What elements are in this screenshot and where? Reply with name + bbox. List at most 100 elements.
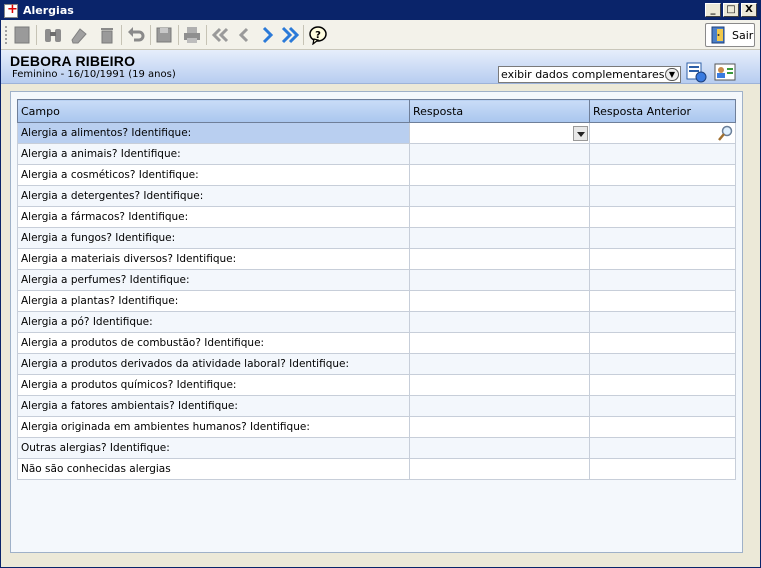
resposta-cell[interactable] (409, 353, 590, 375)
new-icon[interactable] (11, 24, 33, 46)
column-header-campo[interactable]: Campo (17, 99, 410, 123)
resposta-cell[interactable] (409, 206, 590, 228)
chevron-down-icon[interactable]: ▼ (665, 68, 679, 81)
edit-eraser-icon[interactable] (68, 24, 90, 46)
help-icon[interactable]: ? (307, 24, 329, 46)
resposta-anterior-cell[interactable] (589, 143, 736, 165)
resposta-cell[interactable] (409, 395, 590, 417)
campo-cell: Alergia a fatores ambientais? Identifiqu… (17, 395, 410, 417)
resposta-cell[interactable] (409, 290, 590, 312)
campo-cell: Alergia a alimentos? Identifique: (17, 122, 410, 144)
allergy-table: Campo Resposta Resposta Anterior Alergia… (17, 99, 736, 480)
records-icon[interactable] (685, 61, 707, 83)
table-row[interactable]: Alergia a produtos derivados da atividad… (17, 353, 736, 375)
resposta-cell[interactable] (409, 227, 590, 249)
campo-cell: Alergia a fungos? Identifique: (17, 227, 410, 249)
undo-icon[interactable] (125, 24, 147, 46)
table-row[interactable]: Alergia a cosméticos? Identifique: (17, 164, 736, 186)
resposta-anterior-cell[interactable] (589, 458, 736, 480)
resposta-anterior-cell[interactable] (589, 206, 736, 228)
table-row[interactable]: Alergia a detergentes? Identifique: (17, 185, 736, 207)
campo-cell: Alergia a materiais diversos? Identifiqu… (17, 248, 410, 270)
resposta-cell[interactable] (409, 143, 590, 165)
next-record-icon[interactable] (256, 24, 278, 46)
campo-cell: Alergia a perfumes? Identifique: (17, 269, 410, 291)
table-row[interactable]: Alergia a materiais diversos? Identifiqu… (17, 248, 736, 270)
column-header-resposta-anterior[interactable]: Resposta Anterior (589, 99, 736, 123)
resposta-anterior-cell[interactable] (589, 122, 736, 144)
first-record-icon[interactable] (209, 24, 231, 46)
exit-button[interactable]: Sair (705, 23, 755, 47)
resposta-anterior-cell[interactable] (589, 437, 736, 459)
toolbar-separator (178, 25, 179, 45)
resposta-anterior-cell[interactable] (589, 164, 736, 186)
delete-trash-icon[interactable] (96, 24, 118, 46)
table-row[interactable]: Alergia a plantas? Identifique: (17, 290, 736, 312)
table-row[interactable]: Alergia originada em ambientes humanos? … (17, 416, 736, 438)
resposta-cell[interactable] (409, 185, 590, 207)
table-row[interactable]: Alergia a fungos? Identifique: (17, 227, 736, 249)
table-row[interactable]: Alergia a produtos químicos? Identifique… (17, 374, 736, 396)
patient-info: Feminino - 16/10/1991 (19 anos) (12, 69, 176, 80)
campo-cell: Alergia a animais? Identifique: (17, 143, 410, 165)
column-header-resposta[interactable]: Resposta (409, 99, 590, 123)
toolbar-separator (150, 25, 151, 45)
find-binoculars-icon[interactable] (42, 24, 64, 46)
maximize-button[interactable]: □ (723, 3, 739, 17)
minimize-button[interactable]: _ (705, 3, 721, 17)
resposta-cell[interactable] (409, 248, 590, 270)
exit-label: Sair (732, 28, 754, 42)
toolbar-grip[interactable] (5, 26, 8, 44)
resposta-anterior-cell[interactable] (589, 227, 736, 249)
resposta-cell[interactable] (409, 416, 590, 438)
previous-record-icon[interactable] (233, 24, 255, 46)
table-row[interactable]: Outras alergias? Identifique: (17, 437, 736, 459)
resposta-anterior-cell[interactable] (589, 416, 736, 438)
title-bar[interactable]: Alergias _ □ X (1, 1, 760, 20)
close-button[interactable]: X (741, 3, 757, 17)
resposta-cell[interactable] (409, 122, 590, 144)
toolbar-separator (121, 25, 122, 45)
save-disk-icon[interactable] (153, 24, 175, 46)
resposta-cell[interactable] (409, 164, 590, 186)
window-controls: _ □ X (705, 3, 757, 17)
table-row[interactable]: Alergia a perfumes? Identifique: (17, 269, 736, 291)
allergy-panel: Campo Resposta Resposta Anterior Alergia… (10, 91, 743, 553)
resposta-cell[interactable] (409, 437, 590, 459)
resposta-cell[interactable] (409, 332, 590, 354)
extra-data-dropdown[interactable]: exibir dados complementares... ▼ (498, 66, 681, 83)
dropdown-arrow-icon[interactable] (573, 125, 588, 141)
campo-cell: Alergia a cosméticos? Identifique: (17, 164, 410, 186)
extra-data-label: exibir dados complementares... (501, 68, 675, 81)
table-row[interactable]: Alergia a produtos de combustão? Identif… (17, 332, 736, 354)
toolbar-separator (36, 25, 37, 45)
table-row[interactable]: Alergia a animais? Identifique: (17, 143, 736, 165)
resposta-anterior-cell[interactable] (589, 374, 736, 396)
resposta-anterior-cell[interactable] (589, 332, 736, 354)
table-row[interactable]: Alergia a pó? Identifique: (17, 311, 736, 333)
last-record-icon[interactable] (279, 24, 301, 46)
resposta-cell[interactable] (409, 269, 590, 291)
search-icon[interactable] (716, 125, 734, 142)
print-icon[interactable] (181, 24, 203, 46)
resposta-cell[interactable] (409, 374, 590, 396)
resposta-cell[interactable] (409, 311, 590, 333)
table-row[interactable]: Não são conhecidas alergias (17, 458, 736, 480)
table-row[interactable]: Alergia a fatores ambientais? Identifiqu… (17, 395, 736, 417)
table-row[interactable]: Alergia a fármacos? Identifique: (17, 206, 736, 228)
campo-cell: Outras alergias? Identifique: (17, 437, 410, 459)
patient-card-icon[interactable] (714, 61, 736, 83)
resposta-anterior-cell[interactable] (589, 290, 736, 312)
resposta-anterior-cell[interactable] (589, 311, 736, 333)
table-row[interactable]: Alergia a alimentos? Identifique: (17, 122, 736, 144)
resposta-anterior-cell[interactable] (589, 395, 736, 417)
table-header-row: Campo Resposta Resposta Anterior (17, 99, 736, 123)
toolbar-separator (206, 25, 207, 45)
resposta-anterior-cell[interactable] (589, 269, 736, 291)
campo-cell: Alergia a produtos derivados da atividad… (17, 353, 410, 375)
resposta-anterior-cell[interactable] (589, 353, 736, 375)
patient-name: DEBORA RIBEIRO (10, 53, 136, 69)
resposta-anterior-cell[interactable] (589, 185, 736, 207)
resposta-anterior-cell[interactable] (589, 248, 736, 270)
resposta-cell[interactable] (409, 458, 590, 480)
